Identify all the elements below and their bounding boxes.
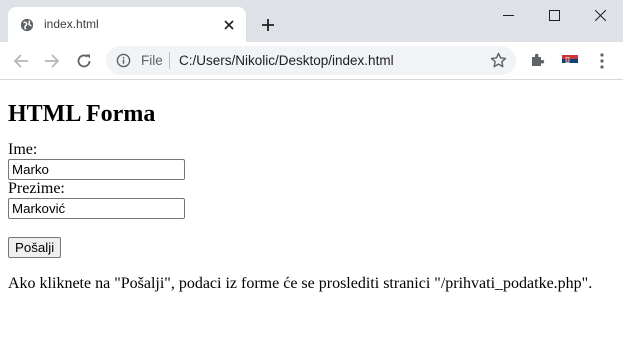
page-title: HTML Forma xyxy=(8,101,156,127)
url-text[interactable]: C:/Users/Nikolic/Desktop/index.html xyxy=(179,53,394,68)
omnibox-divider xyxy=(169,52,170,69)
page-content: HTML Forma Ime: Prezime: Pošalji Ako kli… xyxy=(0,100,623,294)
last-name-label: Prezime: xyxy=(8,180,65,197)
browser-titlebar: index.html xyxy=(0,0,623,42)
extensions-puzzle-icon[interactable] xyxy=(527,49,549,71)
form-note: Ako kliknete na "Pošalji", podaci iz for… xyxy=(8,275,593,292)
browser-tab[interactable]: index.html xyxy=(8,7,246,42)
bookmark-star-icon[interactable] xyxy=(490,52,507,69)
first-name-input[interactable] xyxy=(8,159,185,180)
globe-icon xyxy=(20,18,34,32)
reload-icon[interactable] xyxy=(70,47,98,75)
last-name-input[interactable] xyxy=(8,198,185,219)
browser-toolbar: File C:/Users/Nikolic/Desktop/index.html xyxy=(0,42,623,80)
close-tab-icon[interactable] xyxy=(220,16,238,34)
window-close-icon[interactable] xyxy=(577,0,623,30)
forward-arrow-icon[interactable] xyxy=(38,47,66,75)
address-bar[interactable]: File C:/Users/Nikolic/Desktop/index.html xyxy=(106,46,516,75)
more-menu-icon[interactable] xyxy=(592,50,612,72)
scheme-label: File xyxy=(141,53,163,68)
profile-flag-icon[interactable] xyxy=(559,51,581,71)
minimize-icon[interactable] xyxy=(485,0,531,30)
new-tab-icon[interactable] xyxy=(256,13,280,37)
submit-button[interactable]: Pošalji xyxy=(8,237,62,258)
data-form: Ime: Prezime: Pošalji xyxy=(8,141,615,258)
first-name-label: Ime: xyxy=(8,141,38,158)
back-arrow-icon[interactable] xyxy=(7,47,35,75)
info-icon[interactable] xyxy=(116,53,131,68)
maximize-icon[interactable] xyxy=(531,0,577,30)
tab-title: index.html xyxy=(44,17,99,31)
